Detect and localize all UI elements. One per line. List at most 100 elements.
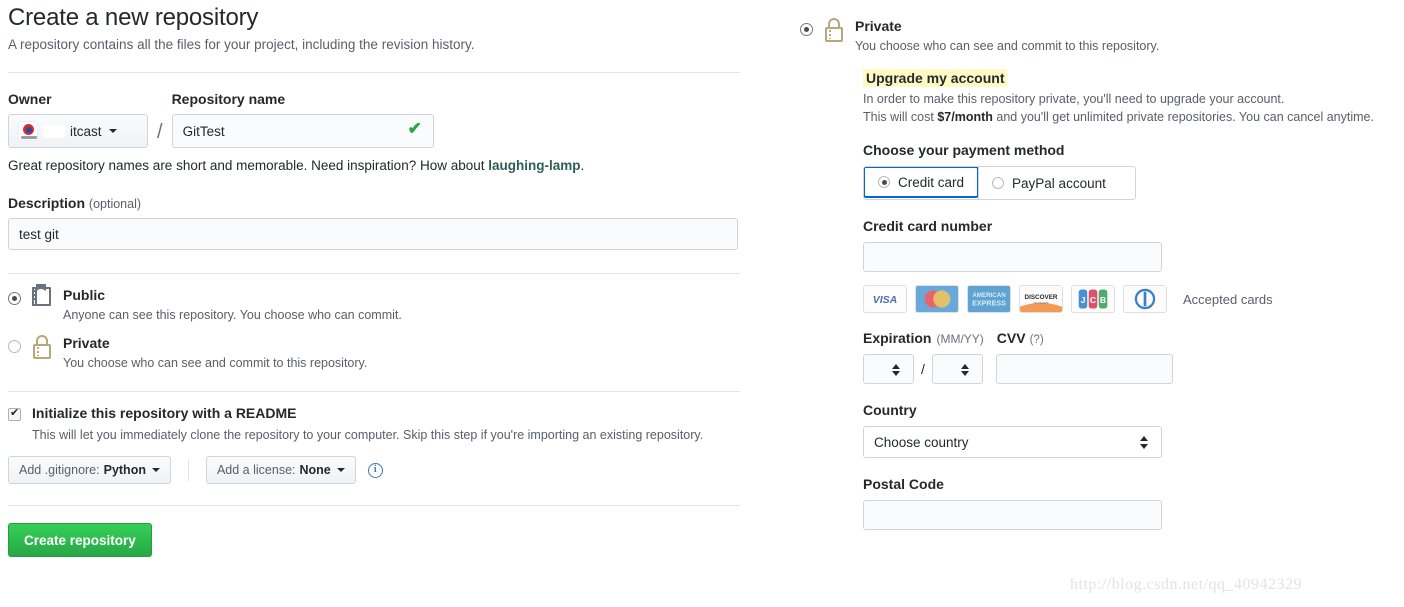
paypal-label: PayPal account	[1012, 175, 1106, 191]
private-upgrade-column: Private You choose who can see and commi…	[800, 18, 1400, 530]
upgrade-line-2-post: and you'll get unlimited private reposit…	[992, 110, 1374, 124]
description-block: Description (optional)	[8, 195, 740, 250]
private-title: Private	[63, 335, 110, 351]
country-select[interactable]: Choose country	[863, 426, 1162, 458]
readme-checkbox[interactable]	[8, 406, 21, 421]
svg-text:EXPRESS: EXPRESS	[972, 300, 1006, 308]
diners-club-card-icon	[1123, 285, 1167, 313]
lock-icon	[824, 18, 846, 46]
mastercard-card-icon	[915, 285, 959, 313]
gitignore-value: Python	[103, 463, 146, 477]
cvv-help-icon[interactable]: (?)	[1030, 334, 1044, 346]
owner-block: Owner itcast	[8, 91, 148, 148]
postal-code-input[interactable]	[863, 500, 1162, 530]
svg-text:J: J	[1081, 295, 1086, 305]
upgrade-price: $7/month	[937, 110, 993, 124]
license-dropdown[interactable]: Add a license: None	[205, 456, 356, 484]
license-prefix: Add a license:	[216, 463, 296, 477]
upgrade-panel: Upgrade my account In order to make this…	[863, 69, 1400, 530]
hint-prefix: Great repository names are short and mem…	[8, 158, 489, 173]
amex-card-icon: AMERICAN EXPRESS	[967, 285, 1011, 313]
description-input[interactable]	[8, 218, 738, 250]
license-value: None	[299, 463, 331, 477]
public-title: Public	[63, 287, 106, 303]
svg-text:B: B	[1100, 295, 1106, 305]
private-radio-selected[interactable]	[800, 23, 813, 36]
readme-label: Initialize this repository with a README	[32, 405, 297, 421]
extras-row: Add .gitignore: Python Add a license: No…	[8, 456, 740, 484]
divider	[8, 505, 740, 506]
repo-name-input[interactable]	[171, 114, 434, 148]
repo-icon	[32, 284, 54, 315]
check-icon: ✔	[407, 119, 422, 138]
expiration-format-hint: (MM/YY)	[936, 332, 984, 346]
visibility-option-public[interactable]: Public Anyone can see this repository. Y…	[8, 284, 740, 322]
payment-method-group: Credit card PayPal account	[863, 166, 1136, 200]
public-radio[interactable]	[8, 292, 21, 305]
visa-card-icon: VISA	[863, 285, 907, 313]
owner-name: itcast	[70, 123, 102, 139]
random-name-link[interactable]: laughing-lamp	[488, 158, 580, 173]
svg-text:DISCOVER: DISCOVER	[1025, 294, 1058, 301]
create-repository-page: Create a new repository A repository con…	[0, 0, 1404, 607]
divider	[187, 459, 189, 481]
jcb-card-icon: J C B	[1071, 285, 1115, 313]
gitignore-dropdown[interactable]: Add .gitignore: Python	[8, 456, 171, 484]
page-subtitle: A repository contains all the files for …	[8, 37, 475, 52]
repo-name-label: Repository name	[171, 91, 286, 107]
description-label: Description (optional)	[8, 195, 142, 211]
credit-card-number-label: Credit card number	[863, 218, 993, 234]
cvv-label: CVV	[996, 330, 1026, 346]
upgrade-line-1: In order to make this repository private…	[863, 92, 1285, 106]
owner-label: Owner	[8, 91, 52, 107]
expiration-year-select[interactable]	[931, 354, 983, 384]
svg-text:AMERICAN: AMERICAN	[972, 292, 1006, 299]
payment-method-label: Choose your payment method	[863, 142, 1065, 158]
expiration-cvv-labels: Expiration (MM/YY) CVV (?)	[863, 330, 1400, 346]
private-radio[interactable]	[8, 340, 21, 353]
private-description: You choose who can see and commit to thi…	[63, 356, 368, 370]
hint-suffix: .	[580, 158, 585, 173]
discover-card-icon: DISCOVER NETWORK	[1019, 285, 1063, 313]
svg-text:VISA: VISA	[873, 294, 898, 306]
owner-dropdown[interactable]: itcast	[8, 114, 148, 148]
owner-name-redaction	[43, 124, 65, 138]
info-icon[interactable]: i	[367, 462, 383, 478]
chevron-down-icon	[108, 129, 117, 133]
owner-and-name-row: Owner itcast / Repository name ✔	[8, 91, 740, 148]
readme-description: This will let you immediately clone the …	[32, 428, 704, 442]
repo-name-block: Repository name ✔	[171, 91, 434, 148]
watermark: http://blog.csdn.net/qq_40942329	[1070, 576, 1302, 593]
chevron-down-icon	[336, 468, 345, 472]
private-description: You choose who can see and commit to thi…	[855, 39, 1160, 53]
accepted-cards-row: VISA AMERICAN EXPRESS DISCOVER NETWORK J…	[863, 285, 1400, 313]
description-optional-tag: (optional)	[88, 197, 142, 211]
country-label: Country	[863, 402, 917, 418]
divider	[8, 273, 740, 274]
private-title: Private	[855, 18, 902, 34]
expiration-label: Expiration	[863, 330, 932, 346]
expiration-cvv-inputs: /	[863, 354, 1400, 384]
readme-option[interactable]: Initialize this repository with a README…	[8, 405, 740, 442]
visibility-option-private-selected[interactable]: Private You choose who can see and commi…	[800, 18, 1400, 53]
credit-card-number-input[interactable]	[863, 242, 1162, 272]
payment-option-credit-card[interactable]: Credit card	[864, 167, 980, 198]
expiration-month-select[interactable]	[863, 354, 914, 384]
upgrade-heading: Upgrade my account	[863, 69, 1008, 87]
lock-icon	[32, 335, 54, 363]
payment-option-paypal[interactable]: PayPal account	[979, 167, 1119, 199]
public-description: Anyone can see this repository. You choo…	[63, 308, 402, 322]
repo-name-hint: Great repository names are short and mem…	[8, 158, 740, 173]
svg-text:C: C	[1090, 295, 1096, 305]
visibility-option-private[interactable]: Private You choose who can see and commi…	[8, 335, 740, 370]
page-title: Create a new repository	[8, 4, 259, 31]
upgrade-line-2: This will cost $7/month and you'll get u…	[863, 110, 1400, 124]
cvv-input[interactable]	[995, 354, 1173, 384]
paypal-radio[interactable]	[992, 177, 1005, 189]
repository-form-column: Create a new repository A repository con…	[8, 0, 740, 557]
divider	[8, 391, 740, 392]
path-separator: /	[157, 121, 163, 143]
create-repository-button[interactable]: Create repository	[8, 523, 152, 557]
credit-card-radio[interactable]	[878, 176, 890, 188]
divider	[8, 72, 740, 73]
